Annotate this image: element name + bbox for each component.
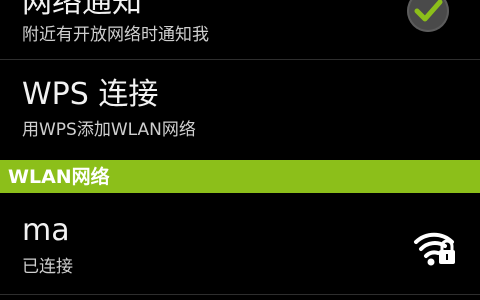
network-notify-checkbox[interactable] (407, 0, 449, 32)
wlan-section-title: WLAN网络 (8, 165, 110, 188)
wps-connect-item[interactable]: WPS 连接 用WPS添加WLAN网络 (0, 60, 480, 159)
checkmark-icon (414, 0, 443, 22)
divider (0, 294, 480, 295)
wifi-lock-icon (414, 232, 455, 266)
wps-title: WPS 连接 (22, 77, 159, 112)
network-ssid: ma (22, 213, 70, 248)
network-notify-title: 网络通知 (22, 0, 142, 20)
wps-summary: 用WPS添加WLAN网络 (22, 120, 196, 140)
network-notify-summary: 附近有开放网络时通知我 (22, 25, 209, 45)
wlan-section-header: WLAN网络 (0, 160, 480, 193)
network-status: 已连接 (22, 257, 73, 277)
network-notify-item[interactable]: 网络通知 附近有开放网络时通知我 (0, 0, 480, 58)
network-item[interactable]: ma 已连接 (0, 194, 480, 294)
